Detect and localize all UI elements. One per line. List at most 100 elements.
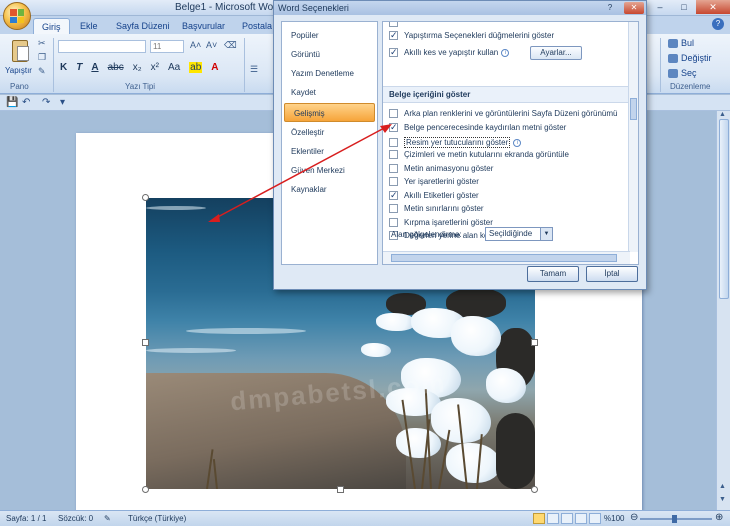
option-background-colors[interactable]: Arka plan renklerini ve görüntülerini Sa… xyxy=(389,109,617,118)
italic-button[interactable]: T xyxy=(76,62,82,73)
zoom-slider[interactable] xyxy=(640,515,712,523)
chevron-down-icon[interactable]: ▼ xyxy=(540,228,552,240)
customize-qat-icon[interactable]: ▾ xyxy=(60,97,65,108)
checkbox[interactable] xyxy=(389,177,398,186)
word-count[interactable]: Sözcük: 0 xyxy=(58,514,93,523)
cancel-button[interactable]: İptal xyxy=(586,266,638,282)
option-picture-placeholders[interactable]: Resim yer tutucularını göster i xyxy=(389,137,522,148)
redo-icon[interactable]: ↷ xyxy=(42,97,50,108)
dialog-close-button[interactable]: ✕ xyxy=(624,2,644,14)
save-icon[interactable]: 💾 xyxy=(6,97,18,108)
checkbox[interactable] xyxy=(389,150,398,159)
clear-format-icon[interactable]: ⌫ xyxy=(224,40,237,51)
replace-button[interactable]: Değiştir xyxy=(668,53,712,64)
zoom-slider-knob[interactable] xyxy=(672,515,677,523)
checkbox[interactable] xyxy=(389,30,398,41)
resize-handle[interactable] xyxy=(142,194,149,201)
shrink-font-icon[interactable]: A˅ xyxy=(206,40,217,50)
prev-page-icon[interactable]: ▲ xyxy=(719,483,726,490)
option-wrap-text[interactable]: Belge pencerecesinde kaydırılan metni gö… xyxy=(389,122,566,133)
tab-sayfa-duzeni[interactable]: Sayfa Düzeni xyxy=(116,18,170,34)
resize-handle[interactable] xyxy=(142,339,149,346)
nav-item-ozellestir[interactable]: Özelleştir xyxy=(282,123,377,142)
options-vertical-scrollbar[interactable] xyxy=(628,22,638,252)
nav-item-yazim-denetleme[interactable]: Yazım Denetleme xyxy=(282,64,377,83)
nav-item-populer[interactable]: Popüler xyxy=(282,26,377,45)
option-smart-tags[interactable]: Akıllı Etiketleri göster xyxy=(389,190,479,201)
option-bookmarks[interactable]: Yer işaretlerini göster xyxy=(389,177,479,186)
zoom-out-icon[interactable]: ⊖ xyxy=(630,512,638,523)
nav-item-kaydet[interactable]: Kaydet xyxy=(282,83,377,102)
resize-handle[interactable] xyxy=(142,486,149,493)
option-smart-cut-paste[interactable]: Akıllı kes ve yapıştır kullani xyxy=(389,47,510,58)
font-name-field[interactable] xyxy=(58,40,146,53)
paste-icon[interactable] xyxy=(12,40,29,62)
info-icon[interactable]: i xyxy=(513,138,522,147)
bold-button[interactable]: K xyxy=(60,62,67,73)
scroll-up-icon[interactable]: ▲ xyxy=(719,111,726,118)
checkbox[interactable] xyxy=(389,47,398,58)
nav-item-gelismis[interactable]: Gelişmiş xyxy=(284,103,375,122)
field-shading-select[interactable]: Seçildiğinde ▼ xyxy=(485,227,553,241)
option-row[interactable] xyxy=(389,22,404,27)
font-size-field[interactable]: 11 xyxy=(150,40,184,53)
superscript-button[interactable]: x² xyxy=(151,62,159,73)
checkbox[interactable] xyxy=(389,204,398,213)
checkbox[interactable] xyxy=(389,122,398,133)
checkbox[interactable] xyxy=(389,164,398,173)
checkbox[interactable] xyxy=(389,138,398,147)
find-button[interactable]: Bul xyxy=(668,38,694,49)
resize-handle[interactable] xyxy=(531,486,538,493)
checkbox[interactable] xyxy=(389,22,398,27)
option-text-boundaries[interactable]: Metin sınırlarını göster xyxy=(389,204,484,213)
change-case-button[interactable]: Aa xyxy=(168,62,180,73)
scroll-thumb[interactable] xyxy=(630,98,637,120)
language-status[interactable]: Türkçe (Türkiye) xyxy=(128,514,186,523)
undo-icon[interactable]: ↶ xyxy=(22,97,30,108)
outline-view-icon[interactable] xyxy=(575,513,587,524)
print-layout-view-icon[interactable] xyxy=(533,513,545,524)
underline-button[interactable]: A xyxy=(91,62,98,73)
scroll-thumb[interactable] xyxy=(391,254,617,262)
settings-button[interactable]: Ayarlar... xyxy=(530,46,582,60)
option-paste-options-buttons[interactable]: Yapıştırma Seçenekleri düğmelerini göste… xyxy=(389,30,554,41)
zoom-level[interactable]: %100 xyxy=(604,514,624,523)
resize-handle[interactable] xyxy=(531,339,538,346)
info-icon[interactable]: i xyxy=(501,48,510,57)
nav-item-guven-merkezi[interactable]: Güven Merkezi xyxy=(282,161,377,180)
tab-giris[interactable]: Giriş xyxy=(33,18,70,34)
option-text-animation[interactable]: Metin animasyonu göster xyxy=(389,164,493,173)
draft-view-icon[interactable] xyxy=(589,513,601,524)
maximize-button[interactable]: □ xyxy=(672,0,696,14)
ok-button[interactable]: Tamam xyxy=(527,266,579,282)
checkbox[interactable] xyxy=(389,109,398,118)
minimize-button[interactable]: – xyxy=(648,0,672,14)
options-horizontal-scrollbar[interactable] xyxy=(383,251,630,264)
close-button[interactable]: ✕ xyxy=(696,0,730,14)
format-painter-icon[interactable]: ✎ xyxy=(38,66,46,77)
checkbox[interactable] xyxy=(389,190,398,201)
option-crop-marks[interactable]: Kırpma işaretlerini göster xyxy=(389,218,493,227)
zoom-in-icon[interactable]: ⊕ xyxy=(715,512,723,523)
dialog-help-button[interactable]: ? xyxy=(600,2,620,14)
strikethrough-button[interactable]: abc xyxy=(108,62,124,73)
vertical-scrollbar[interactable]: ▲ ▲ ▼ xyxy=(716,111,730,510)
office-button[interactable] xyxy=(3,2,31,30)
proofing-icon[interactable]: ✎ xyxy=(104,514,111,523)
option-drawings-textboxes[interactable]: Çizimleri ve metin kutularını ekranda gö… xyxy=(389,150,569,159)
next-page-icon[interactable]: ▼ xyxy=(719,496,726,503)
highlight-button[interactable]: ab xyxy=(189,62,203,73)
select-button[interactable]: Seç xyxy=(668,68,697,79)
web-layout-view-icon[interactable] xyxy=(561,513,573,524)
full-screen-view-icon[interactable] xyxy=(547,513,559,524)
nav-item-goruntu[interactable]: Görüntü xyxy=(282,45,377,64)
tab-ekle[interactable]: Ekle xyxy=(80,18,98,34)
grow-font-icon[interactable]: A˄ xyxy=(190,40,201,50)
tab-postalar[interactable]: Postala xyxy=(242,18,272,34)
align-icon[interactable]: ☰ xyxy=(250,64,258,75)
nav-item-eklentiler[interactable]: Eklentiler xyxy=(282,142,377,161)
resize-handle[interactable] xyxy=(337,486,344,493)
nav-item-kaynaklar[interactable]: Kaynaklar xyxy=(282,180,377,199)
paste-button[interactable]: Yapıştır xyxy=(5,66,32,75)
help-icon[interactable]: ? xyxy=(712,18,724,30)
